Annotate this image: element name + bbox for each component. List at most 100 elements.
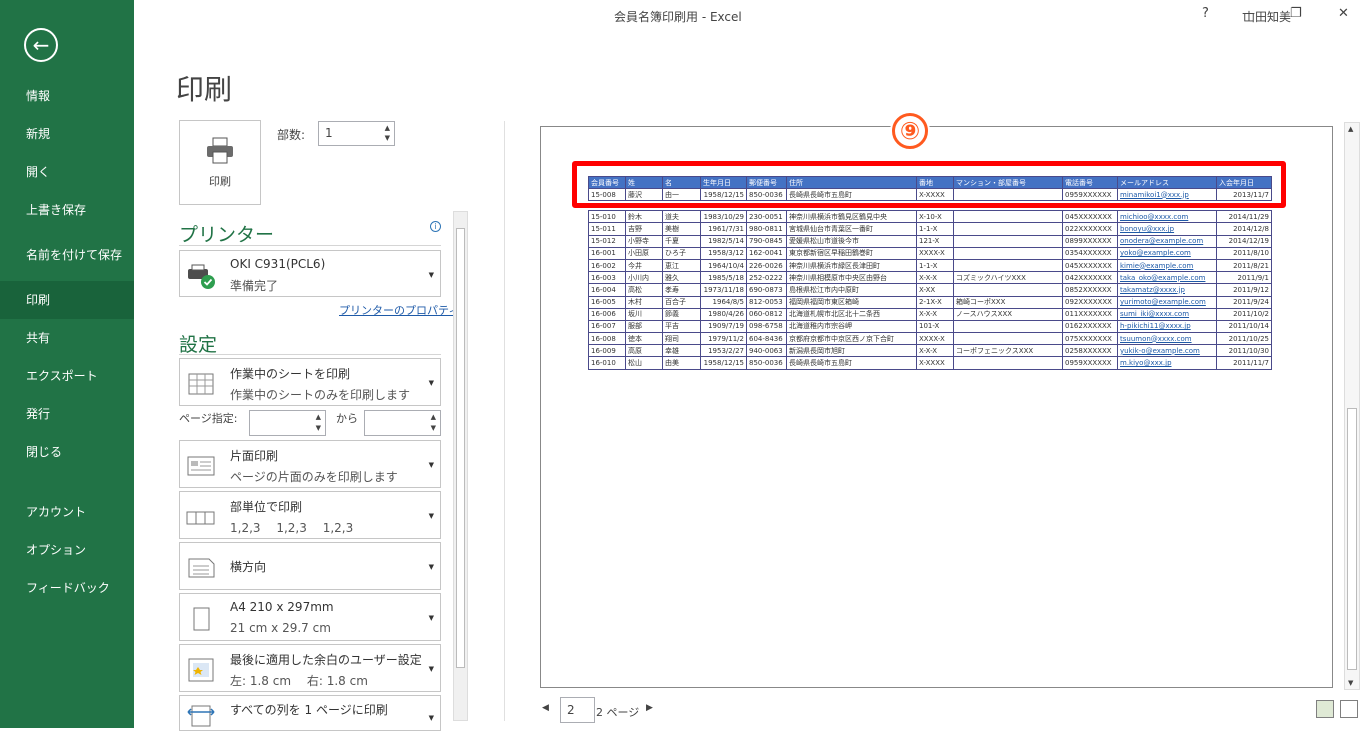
minimize-icon[interactable]: — bbox=[1242, 6, 1255, 21]
one-sided-icon bbox=[187, 456, 215, 476]
table-cell: 鈴木 bbox=[625, 210, 663, 224]
landscape-page-icon bbox=[188, 558, 215, 578]
help-icon[interactable]: ? bbox=[1202, 6, 1209, 21]
scrollbar-thumb[interactable] bbox=[1347, 408, 1357, 670]
pages-from-input[interactable]: ▲ ▼ bbox=[249, 410, 326, 436]
orientation-title: 横方向 bbox=[230, 560, 267, 574]
table-cell: 翔司 bbox=[662, 332, 701, 346]
table-cell: yoko@example.com bbox=[1117, 246, 1217, 260]
margins-desc: 左: 1.8 cm 右: 1.8 cm bbox=[230, 674, 368, 688]
table-cell: 道夫 bbox=[662, 210, 701, 224]
table-cell: ひろ子 bbox=[662, 246, 701, 260]
nav-info[interactable]: 情報 bbox=[0, 77, 134, 115]
collate-dropdown[interactable]: 部単位で印刷 1,2,3 1,2,3 1,2,3 ▼ bbox=[179, 491, 441, 539]
table-row: 16-004 高松 孝寿 1973/11/18 690-0873 島根県松江市内中原町 X-… bbox=[588, 283, 1272, 297]
nav-new[interactable]: 新規 bbox=[0, 115, 134, 153]
nav-account[interactable]: アカウント bbox=[0, 493, 134, 531]
table-cell: 小川内 bbox=[625, 271, 663, 285]
nav-export[interactable]: エクスポート bbox=[0, 357, 134, 395]
scaling-dropdown[interactable]: すべての列を 1 ページに印刷 ▼ bbox=[179, 695, 441, 731]
table-cell: 092XXXXXXX bbox=[1062, 295, 1118, 309]
chevron-down-icon: ▼ bbox=[428, 714, 434, 722]
scrollbar-thumb[interactable] bbox=[456, 228, 465, 668]
down-arrow-icon[interactable]: ▼ bbox=[1348, 679, 1353, 687]
table-row: 15-012 小野寺 千夏 1982/5/14 790-0845 愛媛県松山市道後今市 12… bbox=[588, 234, 1272, 248]
zoom-to-page-icon[interactable] bbox=[1340, 700, 1358, 718]
nav-open[interactable]: 開く bbox=[0, 153, 134, 191]
restore-icon[interactable]: ❐ bbox=[1290, 6, 1302, 21]
nav-print[interactable]: 印刷 bbox=[0, 281, 134, 319]
table-row: 15-010 鈴木 道夫 1983/10/29 230-0051 神奈川県横浜市鶴見区鶴見… bbox=[588, 210, 1272, 224]
printer-status: 準備完了 bbox=[230, 279, 279, 293]
printer-properties-link[interactable]: プリンターのプロパティ bbox=[339, 302, 459, 318]
table-cell: XXXX-X bbox=[916, 246, 954, 260]
margins-dropdown[interactable]: 最後に適用した余白のユーザー設定 左: 1.8 cm 右: 1.8 cm ▼ bbox=[179, 644, 441, 692]
settings-scrollbar[interactable] bbox=[453, 211, 468, 721]
sides-desc: ページの片面のみを印刷します bbox=[230, 470, 398, 484]
table-cell: 箱崎コーポXXX bbox=[953, 295, 1063, 309]
table-cell: X-10-X bbox=[916, 210, 954, 224]
nav-share[interactable]: 共有 bbox=[0, 319, 134, 357]
custom-margins-icon bbox=[188, 658, 214, 682]
info-icon[interactable]: i bbox=[430, 221, 441, 232]
next-page-icon[interactable]: ▶ bbox=[646, 703, 653, 713]
table-cell: 16-009 bbox=[588, 344, 626, 358]
nav-feedback[interactable]: フィードバック bbox=[0, 569, 134, 607]
backstage-nav: 情報 新規 開く 上書き保存 名前を付けて保存 印刷 共有 エクスポート 発行 … bbox=[0, 77, 134, 607]
print-scope-dropdown[interactable]: 作業中のシートを印刷 作業中のシートのみを印刷します ▼ bbox=[179, 358, 441, 406]
current-page-input[interactable]: 2 bbox=[560, 697, 595, 723]
printer-dropdown[interactable]: OKI C931(PCL6) 準備完了 ▼ bbox=[179, 250, 441, 297]
table-cell: 1964/10/4 bbox=[700, 258, 747, 273]
sides-dropdown[interactable]: 片面印刷 ページの片面のみを印刷します ▼ bbox=[179, 440, 441, 488]
orientation-dropdown[interactable]: 横方向 ▼ bbox=[179, 542, 441, 590]
table-cell: 2014/12/19 bbox=[1216, 234, 1272, 248]
table-cell: 2011/10/14 bbox=[1216, 319, 1272, 334]
down-arrow-icon[interactable]: ▼ bbox=[316, 424, 321, 432]
table-cell: 045XXXXXXX bbox=[1062, 258, 1118, 273]
prev-page-icon[interactable]: ◀ bbox=[542, 703, 549, 713]
print-button[interactable]: 印刷 bbox=[179, 120, 261, 205]
table-cell: 1980/4/26 bbox=[700, 307, 747, 321]
table-cell: 812-0053 bbox=[746, 295, 787, 309]
table-cell bbox=[953, 258, 1063, 273]
table-cell: yurimoto@example.com bbox=[1117, 295, 1217, 309]
table-cell: 1958/12/15 bbox=[700, 356, 747, 370]
table-cell: 2011/10/30 bbox=[1216, 344, 1272, 358]
nav-publish[interactable]: 発行 bbox=[0, 395, 134, 433]
preview-scrollbar[interactable]: ▲ ▼ bbox=[1344, 122, 1360, 690]
nav-save-as[interactable]: 名前を付けて保存 bbox=[0, 229, 134, 281]
table-cell: tsuumon@xxxx.com bbox=[1117, 332, 1217, 346]
table-cell: 790-0845 bbox=[746, 234, 787, 248]
table-cell: 島根県松江市内中原町 bbox=[786, 283, 917, 297]
table-cell: XXXX-X bbox=[916, 332, 954, 346]
nav-save[interactable]: 上書き保存 bbox=[0, 191, 134, 229]
table-cell: 幸雄 bbox=[662, 344, 701, 358]
table-cell: 2011/10/2 bbox=[1216, 307, 1272, 321]
table-cell: 15-012 bbox=[588, 234, 626, 248]
back-arrow-icon[interactable]: ← bbox=[24, 28, 58, 62]
table-cell: 1-1-X bbox=[916, 222, 954, 236]
up-arrow-icon[interactable]: ▲ bbox=[1348, 125, 1353, 133]
table-cell: 美樹 bbox=[662, 222, 701, 236]
nav-options[interactable]: オプション bbox=[0, 531, 134, 569]
table-cell: 101-X bbox=[916, 319, 954, 334]
up-arrow-icon[interactable]: ▲ bbox=[385, 124, 390, 132]
table-cell bbox=[953, 319, 1063, 334]
table-cell: 1973/11/18 bbox=[700, 283, 747, 297]
table-cell: 1979/11/2 bbox=[700, 332, 747, 346]
highlight-box bbox=[572, 161, 1286, 208]
paper-size-dropdown[interactable]: A4 210 x 297mm 21 cm x 29.7 cm ▼ bbox=[179, 593, 441, 641]
down-arrow-icon[interactable]: ▼ bbox=[431, 424, 436, 432]
down-arrow-icon[interactable]: ▼ bbox=[385, 134, 390, 142]
table-cell: 2014/12/8 bbox=[1216, 222, 1272, 236]
nav-close[interactable]: 閉じる bbox=[0, 433, 134, 471]
copies-stepper[interactable]: 1 ▲ ▼ bbox=[318, 121, 395, 146]
table-cell: 162-0041 bbox=[746, 246, 787, 260]
table-cell: X-X-X bbox=[916, 271, 954, 285]
pages-to-input[interactable]: ▲ ▼ bbox=[364, 410, 441, 436]
up-arrow-icon[interactable]: ▲ bbox=[431, 413, 436, 421]
up-arrow-icon[interactable]: ▲ bbox=[316, 413, 321, 421]
close-icon[interactable]: ✕ bbox=[1338, 6, 1349, 21]
show-margins-icon[interactable] bbox=[1316, 700, 1334, 718]
total-pages: 2 ページ bbox=[596, 706, 640, 719]
